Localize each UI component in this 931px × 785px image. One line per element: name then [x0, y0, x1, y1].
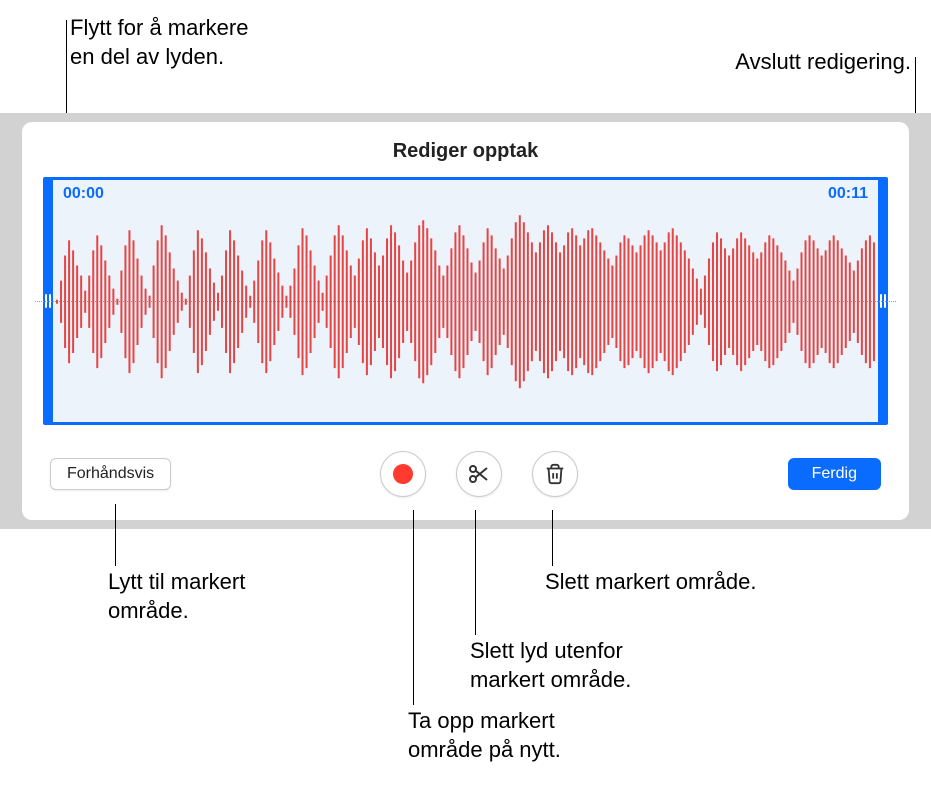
- callout-rerecord: Ta opp markert område på nytt.: [408, 707, 561, 764]
- callout-line: [115, 504, 116, 566]
- record-icon: [393, 464, 413, 484]
- callout-done: Avslutt redigering.: [735, 48, 911, 77]
- trim-button[interactable]: [456, 451, 502, 497]
- callout-delete: Slett markert område.: [545, 568, 757, 597]
- center-controls: [380, 451, 578, 497]
- panel-title: Rediger opptak: [22, 122, 909, 177]
- waveform-selection[interactable]: 00:00 00:11: [50, 177, 881, 425]
- preview-button[interactable]: Forhåndsvis: [50, 458, 171, 490]
- callout-line: [552, 510, 553, 566]
- delete-button[interactable]: [532, 451, 578, 497]
- edit-recording-panel: Rediger opptak 00:00 00:11: [22, 122, 909, 520]
- done-button[interactable]: Ferdig: [788, 458, 881, 490]
- callout-trim-handle: Flytt for å markere en del av lyden.: [70, 14, 248, 71]
- callout-trim: Slett lyd utenfor markert område.: [470, 637, 631, 694]
- record-button[interactable]: [380, 451, 426, 497]
- callout-preview: Lytt til markert område.: [108, 568, 245, 625]
- waveform-icon: [53, 180, 878, 423]
- callout-line: [475, 510, 476, 635]
- callout-line: [413, 510, 414, 705]
- scissors-icon: [467, 462, 491, 486]
- editor-toolbar: Forhåndsvis: [22, 425, 909, 497]
- trash-icon: [544, 463, 566, 485]
